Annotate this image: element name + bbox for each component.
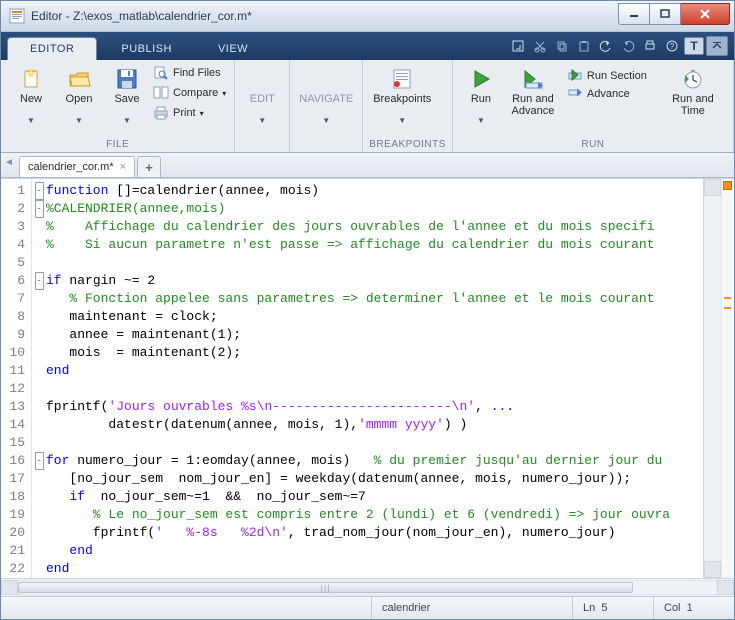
dropdown-icon: ▼ [258,117,266,125]
navigate-button[interactable]: NAVIGATE ▼ [296,63,356,125]
run-section-button[interactable]: Run Section [563,67,663,85]
warning-mark[interactable] [724,307,731,309]
section-file: New ▼ Open ▼ Save ▼ Find Files [1,60,235,152]
scroll-right-button[interactable] [717,580,734,595]
close-tab-icon[interactable]: × [120,162,126,172]
minimize-button[interactable] [618,3,650,25]
file-tab-label: calendrier_cor.m* [28,161,114,173]
ribbon-tabstrip: EDITOR PUBLISH VIEW ? T [1,32,734,60]
svg-text:?: ? [670,42,675,51]
file-tab-bar: ◄ calendrier_cor.m* × + [1,153,734,178]
qat-cut-icon[interactable] [530,37,550,55]
window-controls [618,3,730,23]
fold-toggle[interactable]: - [35,200,44,218]
warning-mark[interactable] [724,297,731,299]
section-navigate: NAVIGATE ▼ [290,60,363,152]
run-and-time-button[interactable]: Run and Time [663,63,723,117]
horizontal-scrollbar[interactable]: ||| [1,578,734,596]
fold-toggle[interactable]: - [35,272,44,290]
dropdown-icon: ▼ [123,117,131,125]
breakpoints-icon [390,67,414,91]
tab-editor[interactable]: EDITOR [7,37,97,60]
find-files-icon [153,65,169,81]
scroll-left-button[interactable] [1,580,18,595]
dropdown-icon: ▼ [322,117,330,125]
vertical-scrollbar[interactable] [703,179,721,578]
scroll-track[interactable]: ||| [18,580,717,595]
qat-collapse-icon[interactable] [706,36,728,56]
code-area: 12345678910111213141516171819202122 ----… [1,178,734,578]
qat-help-icon[interactable]: ? [662,37,682,55]
scroll-thumb[interactable]: ||| [18,582,633,593]
qat-tooltips-toggle[interactable]: T [684,37,704,55]
find-files-button[interactable]: Find Files [151,63,228,83]
status-col: Col 1 [653,597,734,619]
fold-toggle[interactable]: - [35,182,44,200]
dropdown-icon: ▼ [477,117,485,125]
section-edit: EDIT ▼ [235,60,290,152]
file-tab-active[interactable]: calendrier_cor.m* × [19,156,135,177]
tab-view[interactable]: VIEW [196,38,270,60]
dropdown-icon: ▼ [75,117,83,125]
run-advance-icon [521,67,545,91]
dropdown-icon: ▾ [200,109,204,118]
qat-undo-icon[interactable] [596,37,616,55]
dropdown-icon: ▾ [222,89,226,98]
qat-redo-icon[interactable] [618,37,638,55]
section-run: Run ▼ Run and Advance Run Section Advanc… [453,60,734,152]
open-icon [67,67,91,91]
dropdown-icon: ▼ [398,117,406,125]
dropdown-icon: ▼ [27,117,35,125]
tab-scroll-left-icon[interactable]: ◄ [4,157,14,168]
save-icon [115,67,139,91]
fold-gutter: ---- [32,179,46,578]
qat-paste-icon[interactable] [574,37,594,55]
statusbar: calendrier Ln 5 Col 1 [1,596,734,619]
tab-publish[interactable]: PUBLISH [99,38,194,60]
maximize-button[interactable] [650,3,681,25]
run-button[interactable]: Run ▼ [459,63,503,125]
run-time-icon [681,67,705,91]
titlebar: Editor - Z:\exos_matlab\calendrier_cor.m… [1,1,734,32]
window-title: Editor - Z:\exos_matlab\calendrier_cor.m… [31,9,618,23]
quick-access: ? T [508,36,728,60]
fold-toggle[interactable]: - [35,452,44,470]
compare-icon [153,85,169,101]
run-section-icon [567,67,583,86]
line-number-gutter: 12345678910111213141516171819202122 [1,179,32,578]
new-tab-button[interactable]: + [137,156,161,177]
run-and-advance-button[interactable]: Run and Advance [503,63,563,117]
warning-indicator-icon [723,181,732,190]
close-button[interactable] [681,3,730,25]
breakpoints-button[interactable]: Breakpoints ▼ [369,63,435,125]
code-editor[interactable]: function []=calendrier(annee, mois) %CAL… [46,179,703,578]
qat-print-icon[interactable] [640,37,660,55]
print-icon [153,105,169,121]
advance-icon [567,85,583,104]
print-button[interactable]: Print ▾ [151,103,228,123]
advance-button[interactable]: Advance [563,85,663,103]
code-analyzer-bar[interactable] [721,179,734,578]
section-breakpoints: Breakpoints ▼ BREAKPOINTS [363,60,453,152]
qat-copy-icon[interactable] [552,37,572,55]
status-line: Ln 5 [572,597,653,619]
qat-icon-1[interactable] [508,37,528,55]
toolstrip: New ▼ Open ▼ Save ▼ Find Files [1,60,734,153]
edit-button[interactable]: EDIT ▼ [241,63,283,125]
compare-button[interactable]: Compare ▾ [151,83,228,103]
open-button[interactable]: Open ▼ [55,63,103,125]
save-button[interactable]: Save ▼ [103,63,151,125]
new-button[interactable]: New ▼ [7,63,55,125]
app-icon [9,8,25,24]
status-function: calendrier [371,597,572,619]
run-icon [469,67,493,91]
editor-window: Editor - Z:\exos_matlab\calendrier_cor.m… [0,0,735,620]
new-icon [19,67,43,91]
